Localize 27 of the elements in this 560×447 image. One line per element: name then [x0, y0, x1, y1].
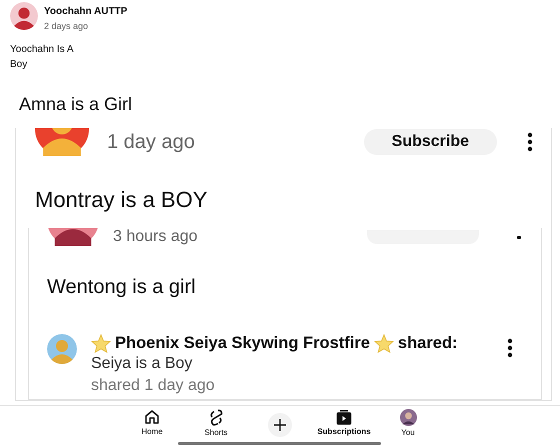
avatar	[10, 2, 38, 30]
author-name[interactable]: Phoenix Seiya Skywing Frostfire	[115, 332, 370, 354]
post-time: shared 1 day ago	[91, 376, 216, 396]
author-name[interactable]: Yoochahn AUTTP	[44, 5, 128, 18]
nav-tab[interactable]: Subscriptions	[312, 409, 376, 437]
nav-tab[interactable]: Home	[120, 409, 184, 437]
post-time: 3 hours ago	[113, 228, 198, 246]
post-text: Montray is a BOY	[35, 187, 208, 213]
shorts-icon	[209, 409, 223, 426]
post-time: 2 days ago	[44, 20, 90, 33]
post-title: Amna is a Girl	[19, 93, 134, 115]
star-icon	[91, 334, 111, 352]
avatar	[47, 334, 77, 364]
post-time: 1 day ago	[107, 130, 195, 154]
create-button[interactable]	[268, 413, 292, 437]
subscriptions-icon	[336, 409, 352, 425]
star-icon	[374, 334, 394, 352]
post-text: Seiya is a Boy	[91, 354, 194, 373]
subscribe-button[interactable]: Subscribe	[364, 129, 497, 155]
nav-tab[interactable]: Shorts	[184, 409, 248, 437]
avatar	[400, 409, 416, 426]
post-text: Yoochahn Is A Boy	[10, 43, 74, 72]
post-text: Wentong is a girl	[47, 275, 197, 299]
plus-icon	[274, 419, 286, 431]
nav-tab[interactable]: You	[376, 409, 440, 437]
home-icon	[144, 409, 160, 425]
shared-label: shared:	[398, 333, 458, 354]
